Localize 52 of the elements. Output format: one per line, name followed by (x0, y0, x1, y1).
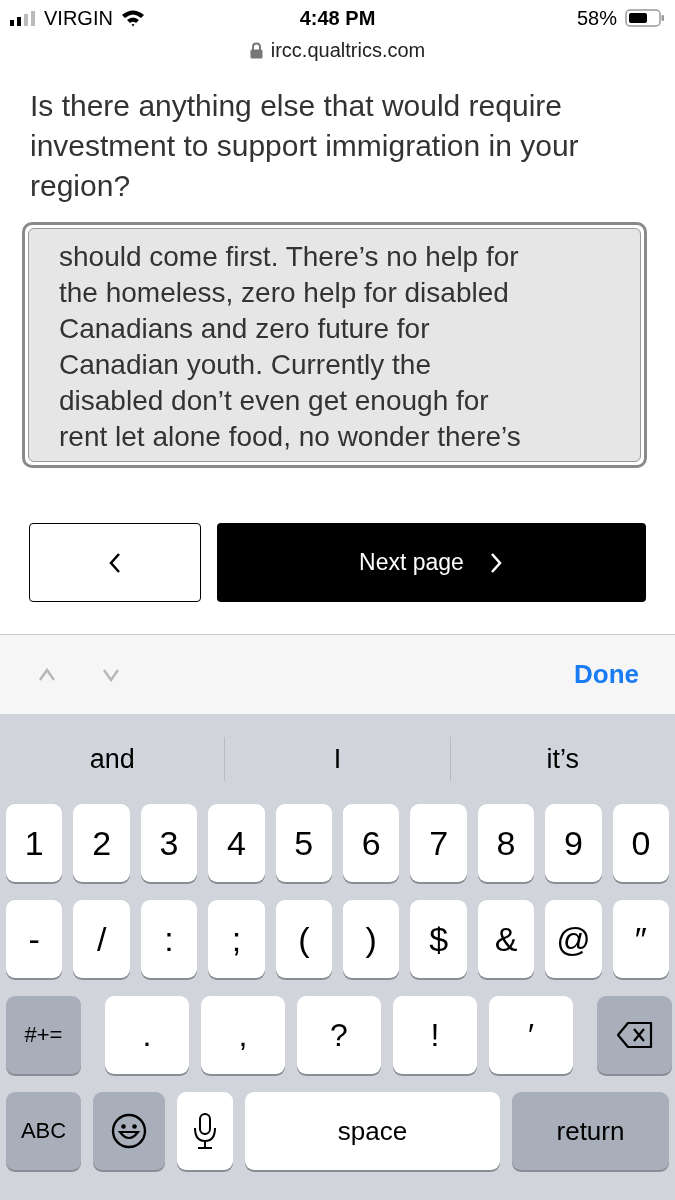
keyboard-key[interactable]: - (6, 900, 63, 978)
clock-time: 4:48 PM (299, 6, 376, 30)
keyboard-key[interactable]: ABC (6, 1092, 81, 1170)
keyboard-key[interactable]: 3 (140, 804, 198, 882)
keyboard-key[interactable]: ? (297, 996, 381, 1074)
wifi-icon (120, 9, 145, 27)
keyboard-key[interactable]: . (105, 996, 189, 1074)
keyboard-key[interactable]: 1 (6, 804, 63, 882)
keyboard-key[interactable]: 8 (477, 804, 535, 882)
lock-icon (249, 41, 263, 59)
page-url[interactable]: ircc.qualtrics.com (270, 38, 426, 62)
keyboard-key[interactable]: 7 (410, 804, 467, 882)
back-button[interactable] (29, 523, 201, 602)
keyboard-key[interactable]: / (73, 900, 130, 978)
dictation-key[interactable] (177, 1092, 233, 1170)
backspace-icon (615, 1021, 654, 1049)
keyboard-key[interactable]: 0 (612, 804, 670, 882)
word-suggestion[interactable]: it’s (449, 737, 675, 781)
smiley-icon (111, 1113, 147, 1149)
battery-percentage: 58% (576, 6, 617, 30)
signal-icon (10, 10, 36, 26)
backspace-key[interactable] (597, 996, 672, 1074)
emoji-key[interactable] (93, 1092, 165, 1170)
keyboard-key[interactable]: & (477, 900, 535, 978)
keyboard-key[interactable]: ″ (612, 900, 670, 978)
word-suggestion[interactable]: I (224, 737, 450, 781)
answer-box[interactable]: should come first. There’s no help for the homeless, zero help for disabled Canadians and zero future for Canadian youth. Currently the disabled don’t even get enough for rent let alone food, no wonder there’s (22, 222, 647, 468)
keyboard-key[interactable]: ) (343, 900, 400, 978)
keyboard-key[interactable]: 9 (545, 804, 602, 882)
keyboard-key[interactable]: 2 (73, 804, 130, 882)
done-button[interactable]: Done (568, 658, 645, 691)
keyboard-key[interactable]: ; (208, 900, 265, 978)
next-page-button[interactable]: Next page (217, 523, 646, 602)
word-suggestion[interactable]: and (0, 737, 225, 781)
keyboard-key[interactable]: #+= (6, 996, 81, 1074)
keyboard-key[interactable]: : (140, 900, 198, 978)
keyboard-key[interactable]: , (201, 996, 285, 1074)
battery-icon (625, 8, 665, 28)
keyboard-key[interactable]: @ (545, 900, 602, 978)
keyboard-key[interactable]: 4 (208, 804, 265, 882)
keyboard-key[interactable]: 5 (275, 804, 333, 882)
keyboard-key[interactable]: 6 (343, 804, 400, 882)
keyboard-key[interactable]: ′ (489, 996, 573, 1074)
return-key[interactable]: return (512, 1092, 669, 1170)
keyboard-key[interactable]: ! (393, 996, 477, 1074)
question-text: Is there anything else that would require investment to support immigration in your region? (30, 88, 580, 204)
chevron-left-icon (107, 551, 123, 574)
carrier-name: VIRGIN (44, 6, 113, 30)
space-key[interactable]: space (245, 1092, 500, 1170)
keyboard-key[interactable]: $ (410, 900, 467, 978)
keyboard-key[interactable]: ( (275, 900, 333, 978)
microphone-icon (193, 1112, 217, 1150)
